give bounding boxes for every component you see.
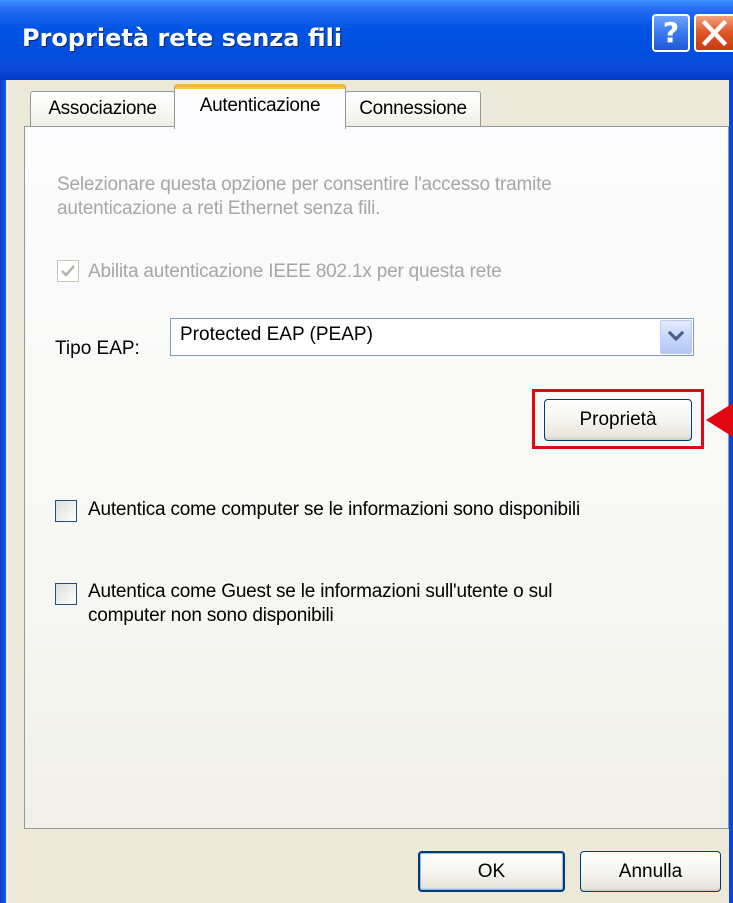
- red-arrow-icon: [706, 403, 733, 437]
- close-button[interactable]: [694, 14, 733, 52]
- help-icon: ?: [662, 16, 680, 49]
- eap-type-label: Tipo EAP:: [55, 338, 140, 359]
- computer-auth-label: Autentica come computer se le informazio…: [88, 499, 580, 520]
- checkmark-icon: [61, 265, 75, 277]
- wireless-properties-dialog: Proprietà rete senza fili ? Associazione…: [0, 0, 733, 903]
- ieee-8021x-label: Abilita autenticazione IEEE 802.1x per q…: [88, 261, 502, 282]
- tab-connessione[interactable]: Connessione: [345, 91, 481, 127]
- dropdown-button[interactable]: [660, 320, 692, 354]
- cancel-button[interactable]: Annulla: [580, 851, 721, 892]
- eap-type-value: Protected EAP (PEAP): [180, 324, 373, 345]
- tab-autenticazione[interactable]: Autenticazione: [174, 84, 346, 129]
- eap-type-select[interactable]: Protected EAP (PEAP): [170, 318, 694, 356]
- help-button[interactable]: ?: [652, 14, 690, 52]
- auth-description-line2: autenticazione a reti Ethernet senza fil…: [57, 198, 381, 219]
- window-title: Proprietà rete senza fili: [22, 24, 343, 52]
- tab-panel-autenticazione: [24, 126, 729, 829]
- guest-auth-checkbox[interactable]: [55, 583, 77, 605]
- computer-auth-checkbox[interactable]: [55, 500, 77, 522]
- close-icon: [696, 16, 733, 50]
- window-frame-left: [0, 80, 6, 903]
- guest-auth-label-line1: Autentica come Guest se le informazioni …: [88, 581, 553, 602]
- ok-button[interactable]: OK: [418, 851, 565, 892]
- window-frame-right: [729, 80, 733, 903]
- title-bar[interactable]: Proprietà rete senza fili ?: [0, 0, 733, 80]
- tab-associazione[interactable]: Associazione: [30, 91, 175, 127]
- guest-auth-label-line2: computer non sono disponibili: [88, 605, 334, 626]
- chevron-down-icon: [668, 331, 684, 342]
- properties-button[interactable]: Proprietà: [544, 399, 692, 441]
- auth-description: Selezionare questa opzione per consentir…: [57, 173, 677, 221]
- auth-description-line1: Selezionare questa opzione per consentir…: [57, 174, 552, 195]
- ieee-8021x-checkbox[interactable]: [57, 260, 79, 282]
